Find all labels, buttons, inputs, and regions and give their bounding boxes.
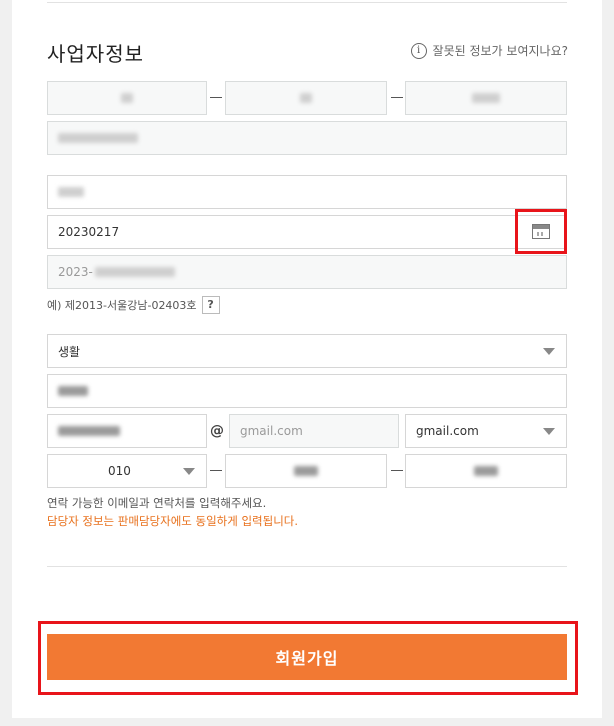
masked-value: [121, 93, 133, 103]
category-value: 생활: [58, 344, 81, 359]
chevron-down-icon: [543, 428, 555, 435]
permit-number-field: 2023-: [47, 255, 567, 289]
masked-value: [300, 93, 312, 103]
help-link[interactable]: i 잘못된 정보가 보여지나요?: [410, 42, 568, 59]
date-input[interactable]: 20230217: [47, 215, 567, 249]
at-sign: @: [210, 423, 224, 439]
masked-value: [294, 466, 318, 476]
permit-number-prefix: 2023-: [58, 265, 93, 279]
permit-example: 예) 제2013-서울강남-02403호 ?: [47, 296, 220, 314]
masked-value: [94, 267, 175, 277]
email-domain-select-value: gmail.com: [416, 424, 479, 438]
bottom-divider: [47, 566, 567, 567]
dash-separator: [210, 97, 222, 98]
phone-last-input[interactable]: [405, 454, 567, 488]
email-id-input[interactable]: [47, 414, 207, 448]
section-title: 사업자정보: [47, 42, 144, 66]
info-circle-icon: i: [410, 42, 427, 59]
form-panel: 사업자정보 i 잘못된 정보가 보여지나요? 20230217 2023- 예)…: [12, 0, 602, 718]
email-domain-input[interactable]: gmail.com: [229, 414, 399, 448]
business-number-part2: [225, 81, 387, 115]
top-divider: [47, 2, 567, 3]
question-icon[interactable]: ?: [201, 296, 220, 314]
masked-value: [58, 386, 88, 396]
phone-prefix-value: 010: [108, 464, 131, 478]
calendar-icon: [532, 224, 550, 239]
join-button[interactable]: 회원가입: [47, 634, 567, 680]
dash-separator: [210, 470, 222, 471]
chevron-down-icon: [183, 468, 195, 475]
chevron-down-icon: [543, 348, 555, 355]
business-number-part1: [47, 81, 207, 115]
dash-separator: [391, 470, 403, 471]
phone-middle-input[interactable]: [225, 454, 387, 488]
representative-name-input[interactable]: [47, 175, 567, 209]
help-link-label: 잘못된 정보가 보여지나요?: [432, 44, 568, 58]
masked-value: [58, 133, 138, 143]
masked-value: [472, 93, 500, 103]
category-select[interactable]: 생활: [47, 334, 567, 368]
email-domain-value: gmail.com: [240, 424, 303, 438]
masked-value: [58, 187, 84, 197]
calendar-button[interactable]: [515, 209, 567, 254]
contact-warning: 담당자 정보는 판매담당자에도 동일하게 입력됩니다.: [47, 514, 299, 528]
masked-value: [58, 426, 120, 436]
contact-note: 연락 가능한 이메일과 연락처를 입력해주세요.: [47, 496, 267, 510]
date-value: 20230217: [58, 225, 120, 239]
masked-value: [474, 466, 498, 476]
company-name-field: [47, 121, 567, 155]
dash-separator: [391, 97, 403, 98]
permit-example-text: 예) 제2013-서울강남-02403호: [47, 299, 197, 312]
manager-name-input[interactable]: [47, 374, 567, 408]
business-number-part3: [405, 81, 567, 115]
